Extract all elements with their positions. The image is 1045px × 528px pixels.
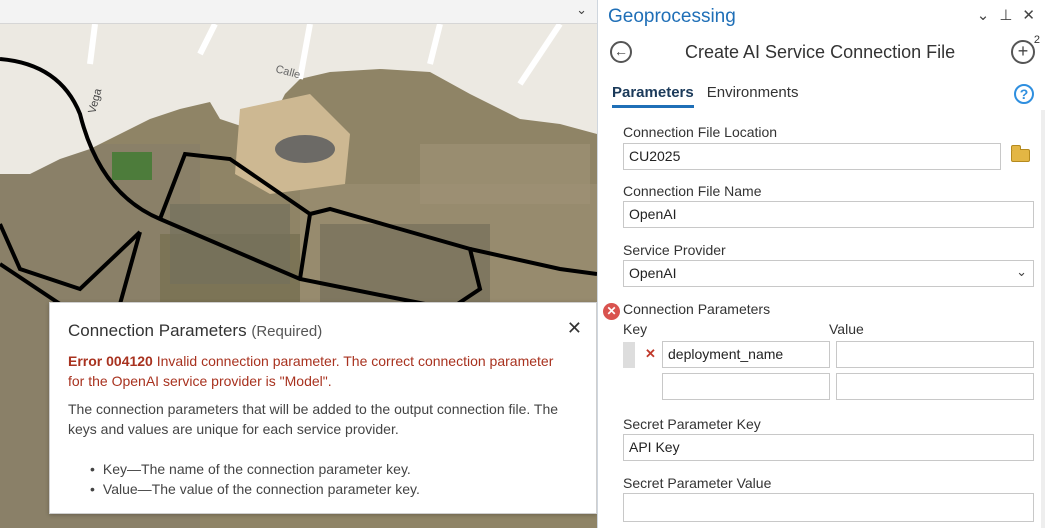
secret-key-label: Secret Parameter Key: [623, 416, 761, 432]
parameter-help-popup: Connection Parameters (Required) ✕ Error…: [49, 302, 597, 514]
secret-value-label: Secret Parameter Value: [623, 475, 772, 491]
popup-title-text: Connection Parameters: [68, 321, 247, 340]
file-location-input[interactable]: CU2025: [623, 143, 1001, 170]
popup-bullet-list: Key—The name of the connection parameter…: [90, 459, 420, 499]
service-provider-value: OpenAI: [629, 265, 677, 281]
error-code: Error 004120: [68, 353, 153, 369]
popup-title: Connection Parameters (Required): [68, 321, 322, 341]
parameter-value-cell[interactable]: [836, 341, 1034, 368]
key-column-header: Key: [623, 321, 648, 337]
folder-icon[interactable]: [1011, 145, 1030, 162]
pane-tabs: Parameters Environments: [612, 84, 798, 108]
popup-error-message: Error 004120 Invalid connection paramete…: [68, 351, 568, 391]
close-icon[interactable]: ✕: [567, 318, 582, 339]
remove-row-icon[interactable]: ✕: [645, 346, 656, 362]
tool-title: Create AI Service Connection File: [685, 42, 956, 62]
connection-parameters-label: Connection Parameters: [623, 301, 771, 317]
map-toolbar: ⌄: [0, 0, 597, 24]
parameter-key-cell[interactable]: deployment_name: [662, 341, 830, 368]
pin-icon[interactable]: ⊥: [999, 6, 1012, 24]
service-provider-select[interactable]: OpenAI ⌄: [623, 260, 1034, 287]
row-drag-handle[interactable]: [623, 342, 635, 368]
tab-parameters[interactable]: Parameters: [612, 84, 694, 108]
back-arrow-icon[interactable]: ←: [610, 41, 632, 63]
secret-key-input[interactable]: API Key: [623, 434, 1034, 461]
secret-value-input[interactable]: [623, 493, 1034, 522]
parameter-value-cell[interactable]: [836, 373, 1034, 400]
chevron-down-icon[interactable]: ⌄: [576, 2, 587, 18]
tab-environments[interactable]: Environments: [707, 84, 799, 108]
service-provider-label: Service Provider: [623, 242, 726, 258]
list-item: Key—The name of the connection parameter…: [90, 459, 420, 479]
close-icon[interactable]: ✕: [1022, 6, 1035, 24]
add-badge: 2: [1033, 34, 1040, 46]
pane-controls: ⌄ ⊥ ✕: [977, 6, 1035, 24]
chevron-down-icon[interactable]: ⌄: [977, 6, 990, 24]
chevron-down-icon[interactable]: ⌄: [1016, 264, 1027, 280]
file-location-label: Connection File Location: [623, 124, 778, 140]
popup-required-label: (Required): [251, 323, 323, 340]
geoprocessing-pane: Geoprocessing ⌄ ⊥ ✕ ← Create AI Service …: [597, 0, 1045, 528]
value-column-header: Value: [829, 321, 864, 337]
list-item: Value—The value of the connection parame…: [90, 479, 420, 499]
add-icon[interactable]: +: [1011, 40, 1035, 64]
popup-description: The connection parameters that will be a…: [68, 401, 559, 437]
file-name-input[interactable]: OpenAI: [623, 201, 1034, 228]
help-icon[interactable]: ?: [1014, 84, 1034, 104]
pane-scrollbar[interactable]: [1041, 110, 1045, 528]
error-icon: ✕: [603, 303, 620, 320]
parameter-key-cell[interactable]: [662, 373, 830, 400]
file-name-label: Connection File Name: [623, 183, 762, 199]
pane-title: Geoprocessing: [608, 6, 736, 27]
